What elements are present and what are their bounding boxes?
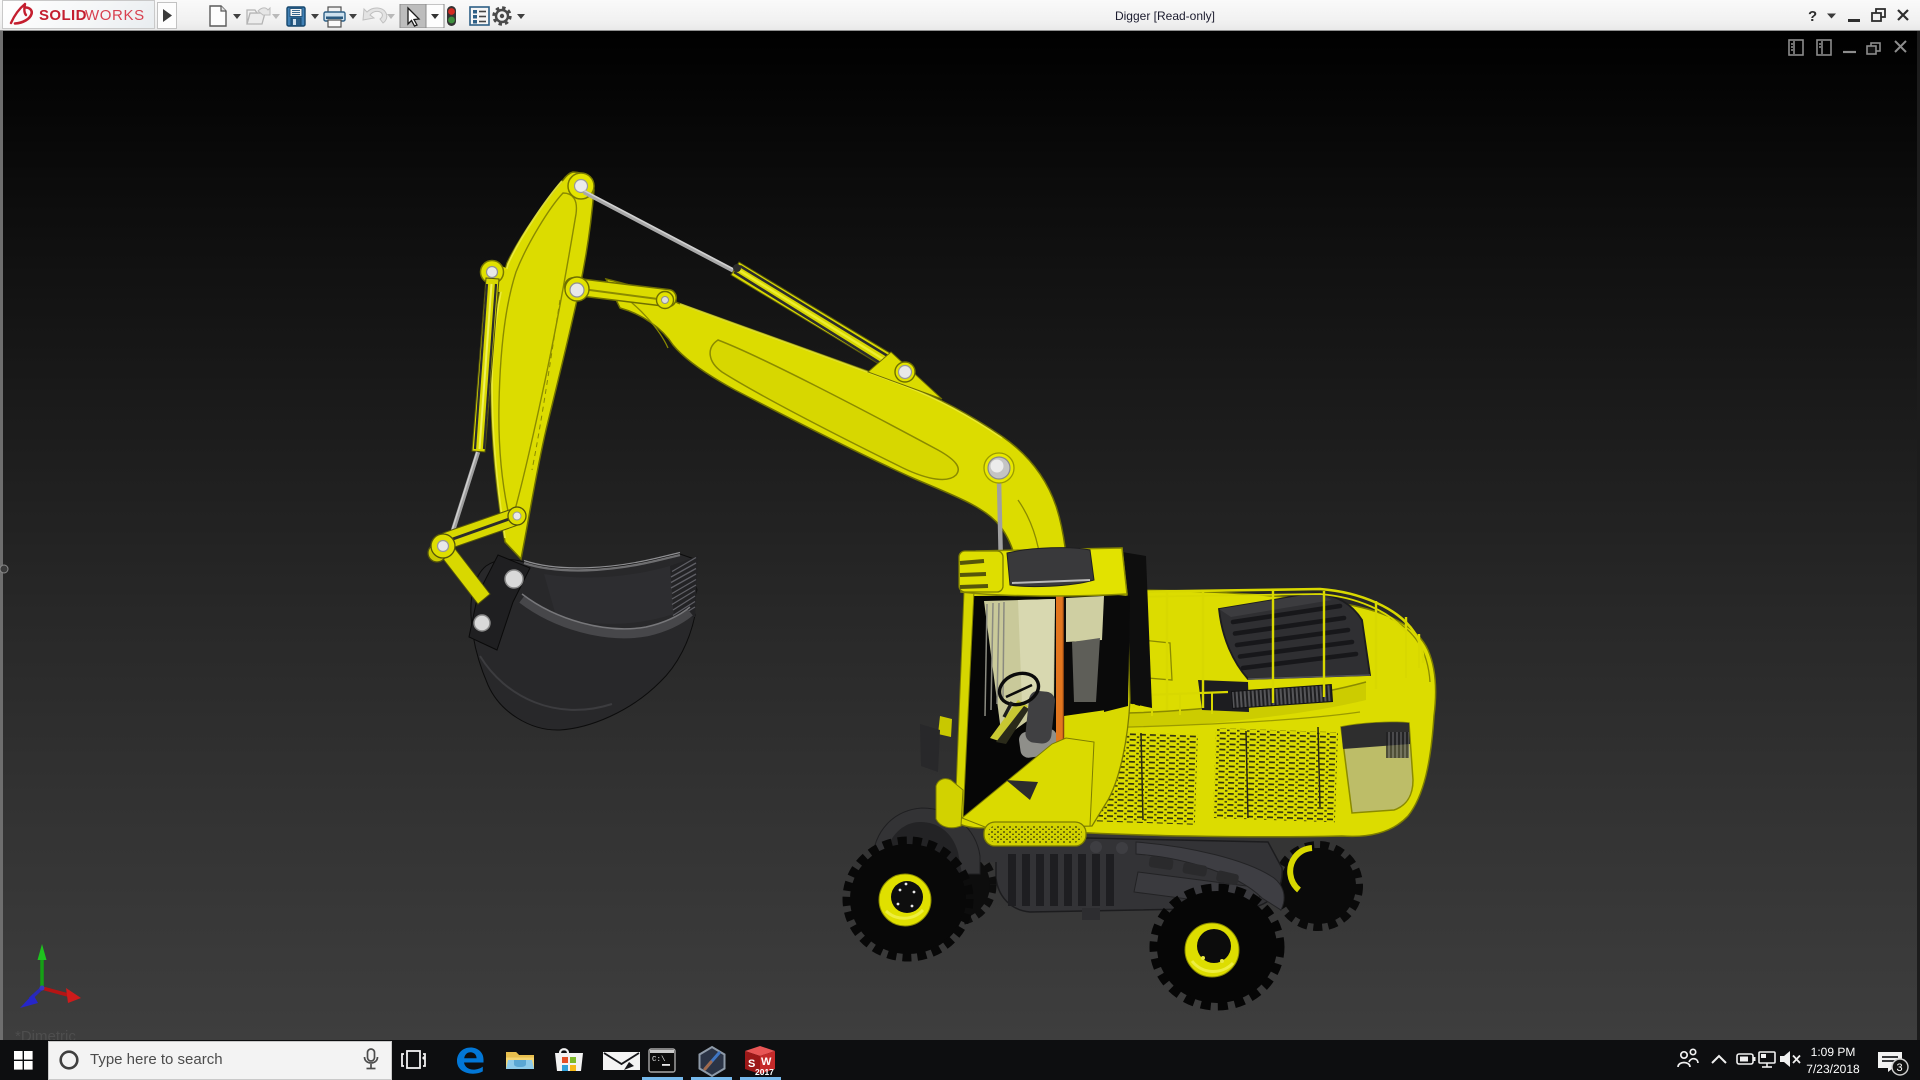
svg-text:WORKS: WORKS bbox=[85, 7, 145, 24]
svg-text:1:09 PM: 1:09 PM bbox=[1811, 1045, 1856, 1059]
svg-text:?: ? bbox=[1808, 8, 1817, 25]
svg-text:C:\: C:\ bbox=[652, 1056, 666, 1064]
svg-text:*Dimetric: *Dimetric bbox=[15, 1028, 76, 1040]
svg-text:7/23/2018: 7/23/2018 bbox=[1806, 1062, 1860, 1076]
svg-text:2017: 2017 bbox=[755, 1067, 774, 1077]
svg-text:3: 3 bbox=[1897, 1062, 1903, 1074]
svg-text:SOLID: SOLID bbox=[39, 7, 87, 24]
